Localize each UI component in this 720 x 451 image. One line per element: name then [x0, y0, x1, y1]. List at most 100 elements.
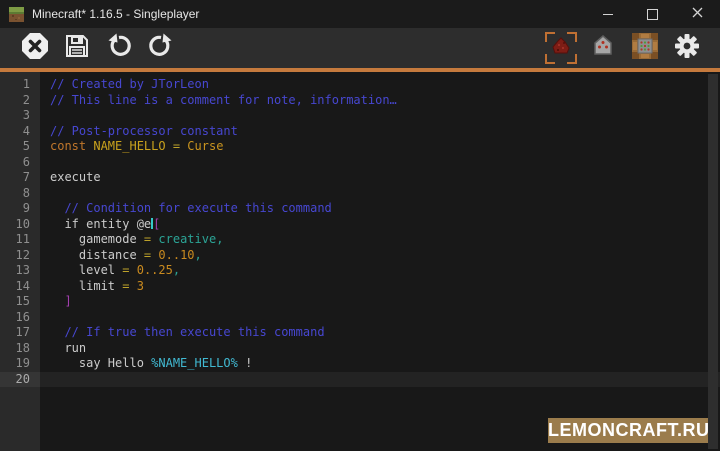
selection-frame	[567, 32, 577, 42]
comparator-icon	[591, 34, 615, 63]
line-number-4: 4	[0, 124, 40, 140]
code-line-18[interactable]: run	[40, 341, 720, 357]
line-number-5: 5	[0, 139, 40, 155]
line-number-12: 12	[0, 248, 40, 264]
gear-icon	[674, 33, 700, 64]
line-number-19: 19	[0, 356, 40, 372]
code-line-4[interactable]: // Post-processor constant	[40, 124, 720, 140]
code-line-17[interactable]: // If true then execute this command	[40, 325, 720, 341]
maximize-button[interactable]	[630, 0, 675, 28]
line-number-10: 10	[0, 217, 40, 233]
code-token: ,	[216, 232, 223, 246]
code-token: !	[238, 356, 252, 370]
code-line-2[interactable]: // This line is a comment for note, info…	[40, 93, 720, 109]
code-token: // If true then execute this command	[64, 325, 324, 339]
line-number-18: 18	[0, 341, 40, 357]
code-token	[129, 279, 136, 293]
line-number-6: 6	[0, 155, 40, 171]
code-line-9[interactable]: // Condition for execute this command	[40, 201, 720, 217]
code-token: limit	[50, 279, 122, 293]
redo-button[interactable]	[144, 31, 178, 65]
code-line-14[interactable]: limit = 3	[40, 279, 720, 295]
code-token: say Hello	[50, 356, 151, 370]
selection-frame	[567, 54, 577, 64]
code-token: distance	[50, 248, 144, 262]
code-token: // This line is a comment for note, info…	[50, 93, 397, 107]
selection-frame	[545, 32, 555, 42]
vertical-scrollbar[interactable]	[708, 74, 718, 449]
code-token: creative	[158, 232, 216, 246]
line-number-14: 14	[0, 279, 40, 295]
code-line-20[interactable]	[40, 372, 720, 388]
code-token: const	[50, 139, 93, 153]
line-number-11: 11	[0, 232, 40, 248]
close-button[interactable]	[675, 0, 720, 28]
code-line-10[interactable]: if entity @e[	[40, 217, 720, 233]
code-token: 3	[137, 279, 144, 293]
window-title: Minecraft* 1.16.5 - Singleplayer	[32, 7, 585, 21]
code-token: %NAME_HELLO%	[151, 356, 238, 370]
line-number-15: 15	[0, 294, 40, 310]
code-line-3[interactable]	[40, 108, 720, 124]
code-line-8[interactable]	[40, 186, 720, 202]
code-token: // Created by JTorLeon	[50, 77, 209, 91]
titlebar: Minecraft* 1.16.5 - Singleplayer	[0, 0, 720, 28]
code-line-15[interactable]: ]	[40, 294, 720, 310]
code-line-11[interactable]: gamemode = creative,	[40, 232, 720, 248]
toolbar	[0, 28, 720, 72]
close-file-button[interactable]	[18, 31, 52, 65]
code-token	[50, 201, 64, 215]
code-line-7[interactable]: execute	[40, 170, 720, 186]
close-icon	[692, 5, 703, 23]
code-token: level	[50, 263, 122, 277]
code-line-13[interactable]: level = 0..25,	[40, 263, 720, 279]
code-token: [	[153, 217, 160, 231]
code-token: ]	[64, 294, 71, 308]
code-line-12[interactable]: distance = 0..10,	[40, 248, 720, 264]
settings-button[interactable]	[670, 31, 704, 65]
code-token: gamemode	[50, 232, 144, 246]
selection-frame	[545, 54, 555, 64]
watermark-badge: LEMONCRAFT.RU	[548, 418, 708, 443]
code-lines[interactable]: // Created by JTorLeon // This line is a …	[40, 72, 720, 451]
app-window: Minecraft* 1.16.5 - Singleplayer	[0, 0, 720, 451]
command-block-tool-button[interactable]	[628, 31, 662, 65]
redstone-tool-button[interactable]	[544, 31, 578, 65]
code-token: // Condition for execute this command	[64, 201, 331, 215]
line-number-13: 13	[0, 263, 40, 279]
code-line-16[interactable]	[40, 310, 720, 326]
line-number-1: 1	[0, 77, 40, 93]
code-token: 0..25	[137, 263, 173, 277]
code-token: ,	[173, 263, 180, 277]
code-line-5[interactable]: const NAME_HELLO = Curse	[40, 139, 720, 155]
comparator-tool-button[interactable]	[586, 31, 620, 65]
maximize-icon	[647, 9, 658, 20]
line-number-9: 9	[0, 201, 40, 217]
window-controls	[585, 0, 720, 28]
line-number-20: 20	[0, 372, 40, 388]
line-number-3: 3	[0, 108, 40, 124]
octagon-x-icon	[21, 32, 49, 65]
grass-block-icon	[9, 7, 24, 22]
minimize-button[interactable]	[585, 0, 630, 28]
gutter: 1234567891011121314151617181920	[0, 72, 40, 451]
undo-button[interactable]	[102, 31, 136, 65]
code-editor: 1234567891011121314151617181920 // Creat…	[0, 72, 720, 451]
command-block-icon	[631, 32, 659, 65]
code-token	[50, 294, 64, 308]
minimize-icon	[603, 14, 613, 15]
code-token: 0..10	[158, 248, 194, 262]
line-number-2: 2	[0, 93, 40, 109]
redo-arrow-icon	[148, 33, 174, 64]
code-token: // Post-processor constant	[50, 124, 238, 138]
line-number-7: 7	[0, 170, 40, 186]
save-button[interactable]	[60, 31, 94, 65]
code-line-6[interactable]	[40, 155, 720, 171]
code-token	[50, 325, 64, 339]
floppy-disk-icon	[64, 33, 90, 64]
code-line-1[interactable]: // Created by JTorLeon	[40, 77, 720, 93]
code-token: if entity @e	[50, 217, 151, 231]
code-line-19[interactable]: say Hello %NAME_HELLO% !	[40, 356, 720, 372]
toolbar-left-group	[0, 31, 178, 65]
line-number-8: 8	[0, 186, 40, 202]
